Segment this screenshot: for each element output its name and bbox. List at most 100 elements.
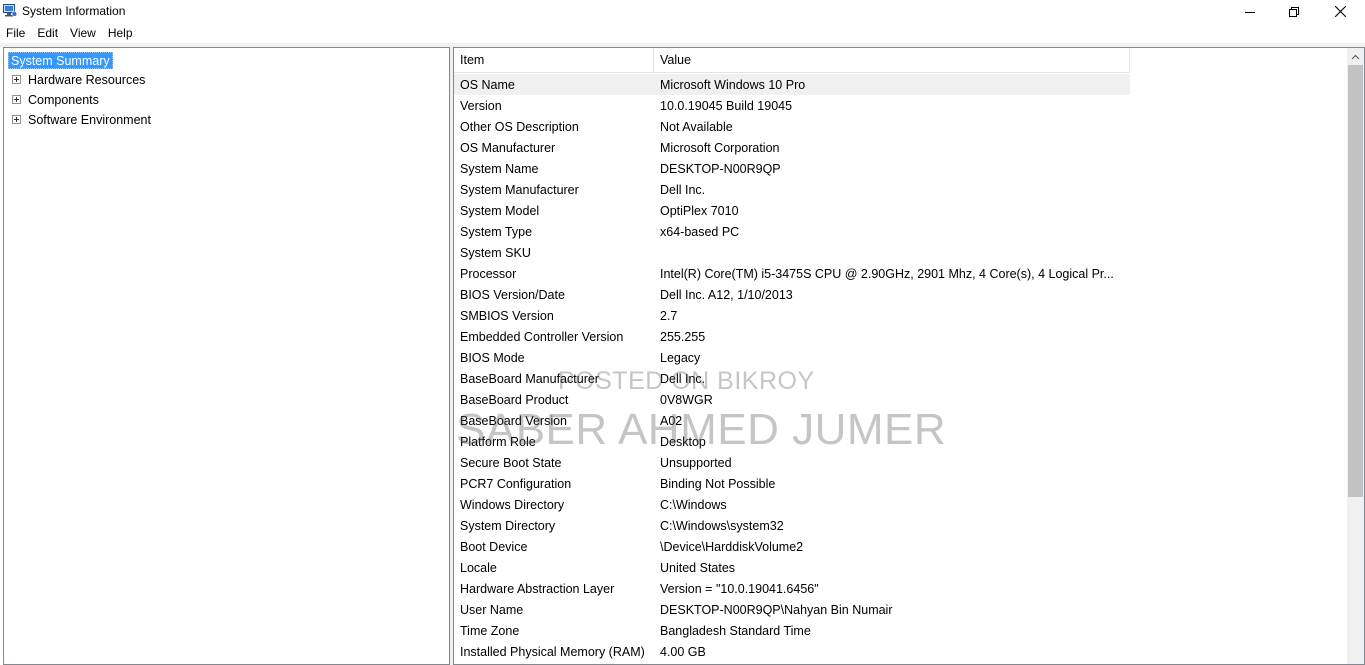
column-header-value[interactable]: Value	[654, 48, 1130, 73]
expand-plus-icon[interactable]	[12, 75, 21, 84]
tree-item-components[interactable]: Components	[4, 91, 444, 109]
item-cell: Time Zone	[460, 623, 520, 638]
category-tree[interactable]: System Summary Hardware Resources Compon…	[3, 47, 450, 665]
table-row[interactable]: BaseBoard Product 0V8WGR	[454, 389, 1130, 410]
table-row[interactable]: Platform Role Desktop	[454, 431, 1130, 452]
table-row[interactable]: Boot Device \Device\HarddiskVolume2	[454, 536, 1130, 557]
item-cell: OS Manufacturer	[460, 140, 556, 155]
item-cell: System Name	[460, 161, 539, 176]
value-cell: Unsupported	[660, 455, 732, 470]
scroll-up-button[interactable]	[1347, 48, 1364, 65]
tree-item-label: System Summary	[8, 51, 113, 69]
table-row[interactable]: System Model OptiPlex 7010	[454, 200, 1130, 221]
tree-item-label: Hardware Resources	[28, 73, 146, 87]
table-row[interactable]: User Name DESKTOP-N00R9QP\Nahyan Bin Numa…	[454, 599, 1130, 620]
item-cell: System Model	[460, 203, 540, 218]
title-bar: System Information	[0, 0, 1365, 23]
tree-item-hardware-resources[interactable]: Hardware Resources	[4, 71, 444, 89]
table-row[interactable]: Embedded Controller Version 255.255	[454, 326, 1130, 347]
value-cell: Dell Inc.	[660, 371, 706, 386]
item-cell: Boot Device	[460, 539, 528, 554]
item-cell: SMBIOS Version	[460, 308, 554, 323]
table-row[interactable]: Installed Physical Memory (RAM) 4.00 GB	[454, 641, 1130, 662]
value-cell: Microsoft Corporation	[660, 140, 780, 155]
restore-icon	[1289, 6, 1299, 17]
value-cell: x64-based PC	[660, 224, 740, 239]
minimize-icon	[1245, 11, 1255, 13]
table-row[interactable]: Time Zone Bangladesh Standard Time	[454, 620, 1130, 641]
chevron-up-icon	[1351, 54, 1360, 59]
table-row[interactable]: Other OS Description Not Available	[454, 116, 1130, 137]
value-cell: Bangladesh Standard Time	[660, 623, 811, 638]
table-row[interactable]: SMBIOS Version 2.7	[454, 305, 1130, 326]
value-cell: C:\Windows\system32	[660, 518, 784, 533]
close-button[interactable]	[1317, 0, 1363, 23]
menu-file[interactable]: File	[0, 23, 31, 43]
list-header: Item Value	[454, 48, 1130, 73]
table-row[interactable]: System Directory C:\Windows\system32	[454, 515, 1130, 536]
item-cell: Embedded Controller Version	[460, 329, 624, 344]
close-icon	[1334, 6, 1346, 17]
item-cell: BIOS Mode	[460, 350, 525, 365]
table-row[interactable]: BIOS Mode Legacy	[454, 347, 1130, 368]
item-cell: BaseBoard Manufacturer	[460, 371, 599, 386]
table-row[interactable]: BIOS Version/Date Dell Inc. A12, 1/10/201…	[454, 284, 1130, 305]
item-cell: Secure Boot State	[460, 455, 562, 470]
table-row[interactable]: System Type x64-based PC	[454, 221, 1130, 242]
table-row[interactable]: System Manufacturer Dell Inc.	[454, 179, 1130, 200]
value-cell: 255.255	[660, 329, 706, 344]
expand-plus-icon[interactable]	[12, 115, 21, 124]
table-row[interactable]: System Name DESKTOP-N00R9QP	[454, 158, 1130, 179]
vertical-scrollbar[interactable]	[1347, 48, 1364, 664]
item-cell: OS Name	[460, 77, 515, 92]
value-cell: Legacy	[660, 350, 701, 365]
window-title: System Information	[22, 4, 126, 18]
value-cell: DESKTOP-N00R9QP	[660, 161, 781, 176]
value-cell: Binding Not Possible	[660, 476, 776, 491]
menu-help[interactable]: Help	[102, 23, 139, 43]
value-cell: Dell Inc. A12, 1/10/2013	[660, 287, 793, 302]
value-cell: 2.7	[660, 308, 678, 323]
table-row[interactable]: OS Manufacturer Microsoft Corporation	[454, 137, 1130, 158]
table-row[interactable]: BaseBoard Manufacturer Dell Inc.	[454, 368, 1130, 389]
table-row[interactable]: OS Name Microsoft Windows 10 Pro	[454, 74, 1130, 95]
value-cell: Not Available	[660, 119, 733, 134]
table-row[interactable]: BaseBoard Version A02	[454, 410, 1130, 431]
item-cell: System SKU	[460, 245, 531, 260]
item-cell: Processor	[460, 266, 517, 281]
value-cell: Desktop	[660, 434, 706, 449]
expand-plus-icon[interactable]	[12, 95, 21, 104]
item-cell: Locale	[460, 560, 497, 575]
item-cell: Other OS Description	[460, 119, 579, 134]
item-cell: PCR7 Configuration	[460, 476, 572, 491]
value-cell: 4.00 GB	[660, 644, 706, 659]
value-cell: C:\Windows	[660, 497, 727, 512]
table-row[interactable]: PCR7 Configuration Binding Not Possible	[454, 473, 1130, 494]
restore-button[interactable]	[1271, 0, 1317, 23]
item-cell: Version	[460, 98, 502, 113]
item-cell: BIOS Version/Date	[460, 287, 565, 302]
table-row[interactable]: System SKU	[454, 242, 1130, 263]
tree-item-system-summary[interactable]: System Summary	[8, 51, 113, 69]
details-list[interactable]: Item Value OS Name Microsoft Windows 10 P…	[453, 47, 1365, 665]
item-cell: BaseBoard Version	[460, 413, 568, 428]
table-row[interactable]: Locale United States	[454, 557, 1130, 578]
tree-item-label: Components	[28, 93, 99, 107]
value-cell: A02	[660, 413, 683, 428]
item-cell: System Type	[460, 224, 533, 239]
table-row[interactable]: Windows Directory C:\Windows	[454, 494, 1130, 515]
menu-view[interactable]: View	[64, 23, 102, 43]
table-row[interactable]: Secure Boot State Unsupported	[454, 452, 1130, 473]
value-cell: Intel(R) Core(TM) i5-3475S CPU @ 2.90GHz…	[660, 266, 1114, 281]
menu-edit[interactable]: Edit	[31, 23, 64, 43]
item-cell: Hardware Abstraction Layer	[460, 581, 615, 596]
table-row[interactable]: Hardware Abstraction Layer Version = "10.…	[454, 578, 1130, 599]
value-cell: 10.0.19045 Build 19045	[660, 98, 793, 113]
column-header-item[interactable]: Item	[454, 48, 654, 73]
scroll-thumb[interactable]	[1348, 65, 1363, 497]
table-row[interactable]: Processor Intel(R) Core(TM) i5-3475S CPU …	[454, 263, 1130, 284]
table-row[interactable]: Version 10.0.19045 Build 19045	[454, 95, 1130, 116]
tree-item-software-environment[interactable]: Software Environment	[4, 111, 444, 129]
item-cell: Installed Physical Memory (RAM)	[460, 644, 645, 659]
minimize-button[interactable]	[1227, 0, 1273, 23]
